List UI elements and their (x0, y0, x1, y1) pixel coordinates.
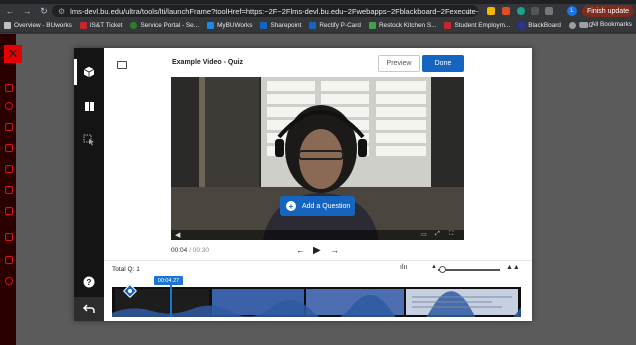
address-bar[interactable]: ⚙ lms-devl.bu.edu/ultra/tools/lti/launch… (52, 5, 478, 17)
bookmark-item[interactable]: Sharepoint (260, 21, 301, 29)
folder-icon (580, 21, 589, 28)
plus-icon: + (286, 201, 296, 211)
question-marker-icon (128, 289, 132, 293)
current-time: 00:04 (171, 247, 188, 254)
captions-icon[interactable]: ▭ (421, 231, 427, 238)
book-icon[interactable] (81, 98, 97, 114)
back-button[interactable] (74, 297, 104, 321)
panel-toggle-icon[interactable] (117, 61, 127, 69)
bookmark-favicon (444, 21, 452, 29)
bookmark-favicon (368, 21, 376, 29)
url-text: lms-devl.bu.edu/ultra/tools/lti/launchFr… (70, 6, 478, 16)
lms-sidebar (0, 34, 16, 345)
finish-update-button[interactable]: Finish update (582, 5, 634, 17)
waveform-icon[interactable]: ılıı (400, 264, 407, 271)
help-icon[interactable]: ? (81, 274, 97, 290)
zoom-in-icon[interactable]: ▲▲ (506, 264, 520, 271)
bookmark-item[interactable]: Overview - BUworks (4, 21, 72, 29)
active-indicator (74, 59, 77, 85)
cursor-select-icon[interactable] (81, 132, 97, 148)
playhead[interactable] (170, 284, 172, 317)
forward-icon[interactable]: → (20, 4, 34, 18)
timeline-track[interactable] (112, 287, 521, 317)
bookmark-item[interactable]: Service Portal - Se... (130, 21, 199, 29)
extension-icon[interactable] (531, 7, 539, 15)
zoom-slider-handle[interactable] (439, 266, 446, 273)
video-quiz-editor: ? Example Video - Quiz Preview Done ◀ ▭ … (74, 48, 532, 321)
nav-icon[interactable] (5, 84, 13, 92)
divider (104, 260, 532, 261)
bookmark-favicon (79, 21, 87, 29)
editor-sidebar: ? (74, 48, 104, 321)
zoom-out-icon[interactable]: ▲ (431, 264, 437, 270)
bookmark-item[interactable]: IS&T Ticket (79, 21, 122, 29)
site-info-icon[interactable]: ⚙ (58, 7, 65, 16)
nav-icon[interactable] (5, 165, 13, 173)
svg-text:?: ? (87, 278, 92, 287)
fullscreen-icon[interactable]: ⤢ (435, 231, 440, 238)
extension-icon[interactable] (487, 7, 495, 15)
nav-icon[interactable] (5, 233, 13, 241)
close-icon[interactable]: ✕ (4, 45, 22, 63)
bookmark-favicon (568, 21, 576, 29)
settings-icon[interactable]: ⛶ (449, 231, 453, 238)
extension-icon[interactable] (517, 7, 525, 15)
bookmark-favicon (518, 21, 526, 29)
volume-icon[interactable]: ◀ (175, 231, 180, 239)
nav-icon[interactable] (5, 102, 13, 110)
skip-back-icon[interactable]: ← (296, 245, 305, 255)
bookmark-favicon (4, 21, 11, 29)
undo-arrow-icon (83, 304, 95, 313)
add-question-button[interactable]: + Add a Question (280, 196, 355, 216)
page-title: Example Video - Quiz (172, 59, 244, 66)
zoom-slider[interactable] (438, 269, 500, 271)
playhead-time-label: 00:04.27 (154, 276, 183, 285)
bookmark-favicon (207, 21, 215, 29)
bookmarks-bar: Overview - BUworks IS&T Ticket Service P… (0, 18, 636, 33)
nav-icon[interactable] (5, 256, 13, 264)
back-icon[interactable]: ← (3, 4, 17, 18)
timeline-thumbnails (112, 287, 521, 317)
preview-button[interactable]: Preview (378, 55, 420, 72)
cube-icon[interactable] (81, 64, 97, 80)
bookmark-favicon (309, 21, 317, 29)
nav-icon[interactable] (5, 186, 13, 194)
profile-avatar[interactable]: L (567, 6, 577, 16)
skip-forward-icon[interactable]: → (330, 245, 339, 255)
browser-toolbar: ← → ↻ ⚙ lms-devl.bu.edu/ultra/tools/lti/… (0, 4, 636, 18)
done-button[interactable]: Done (422, 55, 464, 72)
nav-icon[interactable] (5, 144, 13, 152)
extension-icon[interactable] (502, 7, 510, 15)
play-icon[interactable]: ▶ (313, 245, 321, 256)
bookmark-item[interactable]: Restock Kitchen S... (368, 21, 436, 29)
all-bookmarks-button[interactable]: All Bookmarks (580, 21, 632, 28)
bookmark-star-icon[interactable]: ☆ (465, 7, 472, 16)
bookmark-item[interactable]: MyBUWorks (207, 21, 252, 29)
nav-icon[interactable] (5, 123, 13, 131)
time-display: 00:04 / 00:30 (171, 247, 209, 254)
bookmark-item[interactable]: Student Employm... (444, 21, 510, 29)
bookmark-item[interactable]: Rectify P-Card (309, 21, 361, 29)
nav-icon[interactable] (5, 277, 13, 285)
bookmark-favicon (260, 21, 268, 29)
total-time: / 00:30 (189, 247, 209, 254)
total-questions: Total Q: 1 (112, 266, 140, 273)
bookmark-favicon (130, 21, 138, 29)
bookmark-item[interactable]: BlackBoard (518, 21, 561, 29)
nav-icon[interactable] (5, 207, 13, 215)
add-question-label: Add a Question (302, 202, 351, 210)
reload-icon[interactable]: ↻ (37, 4, 51, 18)
extensions-puzzle-icon[interactable] (545, 7, 553, 15)
